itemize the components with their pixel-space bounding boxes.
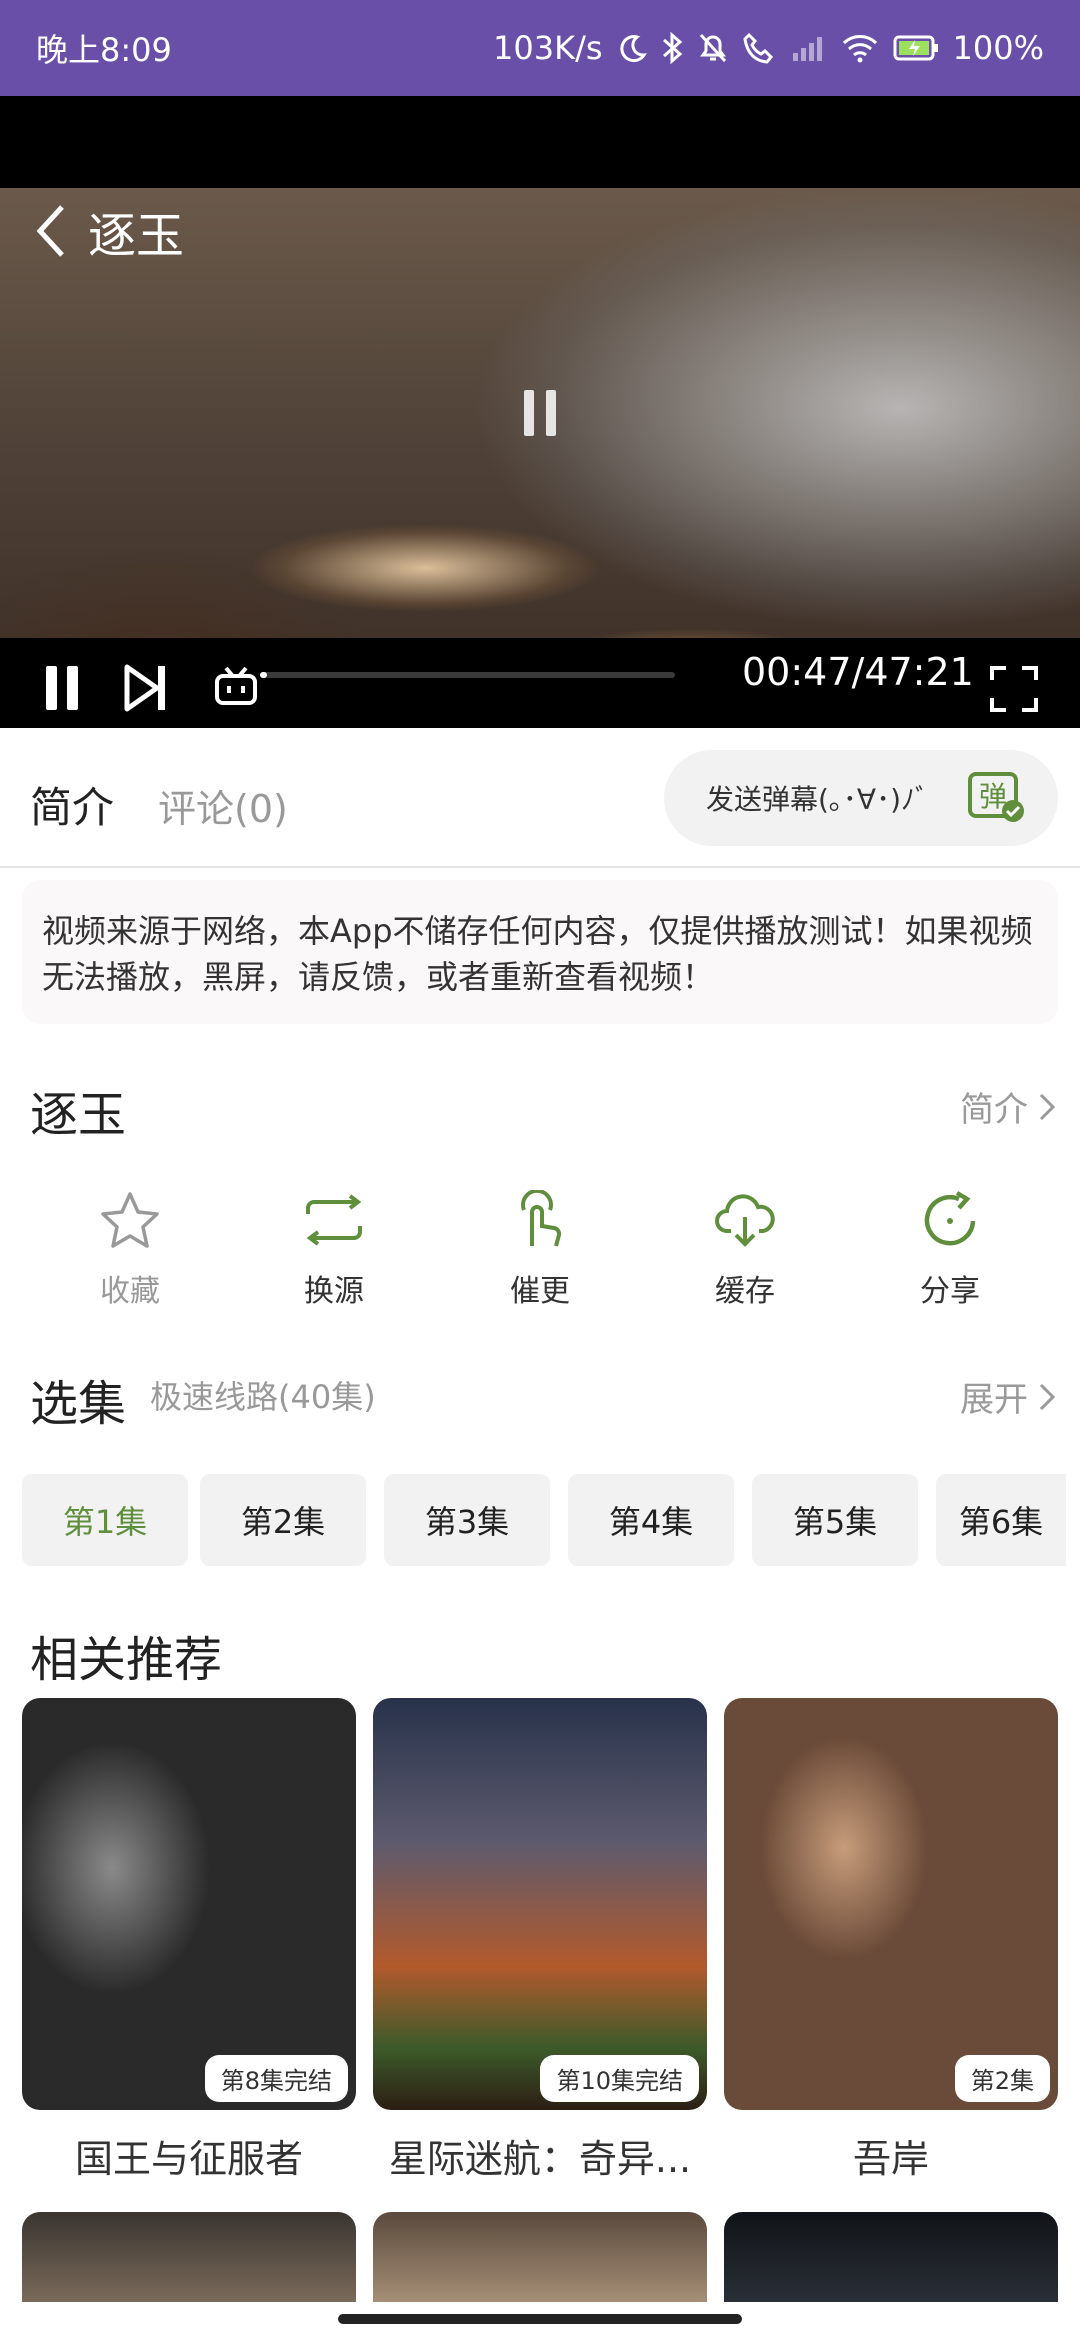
back-arrow-icon[interactable]: [34, 203, 68, 259]
player-header: 逐玉: [34, 196, 184, 266]
recommend-card-3[interactable]: 第2集: [724, 1698, 1058, 2110]
signal-icon: [792, 37, 822, 61]
wifi-icon: [842, 35, 877, 63]
chevron-right-icon: [1039, 1383, 1056, 1410]
progress-fill: [260, 672, 267, 678]
danmaku-placeholder: 发送弹幕(｡･∀･)ﾉﾞ: [706, 783, 930, 816]
recommend-card-title[interactable]: 国王与征服者: [22, 2128, 356, 2183]
expand-episodes-link[interactable]: 展开: [960, 1372, 1056, 1421]
player-letterbox: [0, 96, 1080, 188]
danmaku-toggle-icon[interactable]: [214, 666, 258, 706]
recommend-card-4[interactable]: [22, 2212, 356, 2302]
recommend-card-1[interactable]: 第8集完结: [22, 1698, 356, 2110]
urge-update-label: 催更: [510, 1274, 570, 1309]
progress-bar[interactable]: [260, 672, 675, 678]
next-icon[interactable]: [124, 664, 168, 712]
episode-button-5[interactable]: 第5集: [752, 1474, 918, 1566]
star-icon: [101, 1192, 159, 1248]
switch-source-button[interactable]: 换源: [264, 1188, 404, 1310]
expand-label: 展开: [960, 1380, 1028, 1420]
recommend-card-2[interactable]: 第10集完结: [373, 1698, 707, 2110]
moon-icon: [619, 35, 647, 63]
action-bar: 收藏 换源 催更 缓存 分享: [0, 1188, 1080, 1310]
episode-badge: 第2集: [954, 2055, 1050, 2102]
player-title: 逐玉: [88, 208, 185, 264]
call-icon: [742, 32, 773, 64]
bell-off-icon: [699, 33, 726, 63]
cache-label: 缓存: [715, 1274, 775, 1309]
episodes-title: 选集: [30, 1376, 127, 1432]
status-bar: 晚上8:09 103K/s 100%: [0, 0, 1080, 96]
battery-charging-icon: [893, 35, 938, 61]
swap-icon: [306, 1194, 362, 1246]
cloud-download-icon: [715, 1194, 775, 1247]
bluetooth-icon: [662, 31, 682, 65]
center-pause-icon[interactable]: [522, 388, 558, 438]
video-title: 逐玉: [30, 1087, 127, 1143]
status-icons: 103K/s 100%: [493, 29, 1044, 67]
recommend-card-title[interactable]: 星际迷航：奇异...: [373, 2128, 707, 2183]
episode-badge: 第8集完结: [204, 2055, 348, 2102]
favorite-label: 收藏: [100, 1274, 160, 1309]
fullscreen-icon[interactable]: [990, 666, 1038, 712]
share-label: 分享: [920, 1274, 980, 1309]
urge-update-button[interactable]: 催更: [470, 1188, 610, 1310]
pause-icon[interactable]: [44, 664, 80, 712]
recommend-title: 相关推荐: [30, 1632, 223, 1688]
line-info: 极速线路(40集): [150, 1378, 376, 1416]
status-time: 晚上8:09: [36, 31, 172, 69]
recommend-card-5[interactable]: [373, 2212, 707, 2302]
episode-button-6[interactable]: 第6集: [936, 1474, 1066, 1566]
intro-link-label: 简介: [960, 1090, 1028, 1130]
share-button[interactable]: 分享: [880, 1188, 1020, 1310]
time-display: 00:47/47:21: [742, 650, 974, 694]
home-indicator[interactable]: [338, 2314, 742, 2324]
tap-hand-icon: [521, 1190, 562, 1247]
disclaimer-notice: 视频来源于网络，本App不储存任何内容，仅提供播放测试！如果视频无法播放，黑屏，…: [22, 880, 1058, 1024]
network-speed: 103K/s: [493, 29, 603, 67]
recommend-card-title[interactable]: 吾岸: [724, 2128, 1058, 2183]
episode-button-3[interactable]: 第3集: [384, 1474, 550, 1566]
episode-button-4[interactable]: 第4集: [568, 1474, 734, 1566]
intro-link[interactable]: 简介: [960, 1082, 1056, 1131]
switch-source-label: 换源: [304, 1274, 364, 1309]
share-refresh-icon: [924, 1191, 976, 1246]
tab-intro[interactable]: 简介: [30, 774, 114, 835]
recommend-card-6[interactable]: [724, 2212, 1058, 2302]
favorite-button[interactable]: 收藏: [60, 1188, 200, 1310]
tab-comments[interactable]: 评论(0): [158, 778, 288, 833]
send-danmaku-icon[interactable]: 弹: [968, 772, 1026, 824]
episode-button-2[interactable]: 第2集: [200, 1474, 366, 1566]
chevron-right-icon: [1039, 1093, 1056, 1120]
battery-percent: 100%: [952, 29, 1044, 67]
episode-button-1[interactable]: 第1集: [22, 1474, 188, 1566]
episode-badge: 第10集完结: [540, 2055, 699, 2102]
cache-button[interactable]: 缓存: [675, 1188, 815, 1310]
